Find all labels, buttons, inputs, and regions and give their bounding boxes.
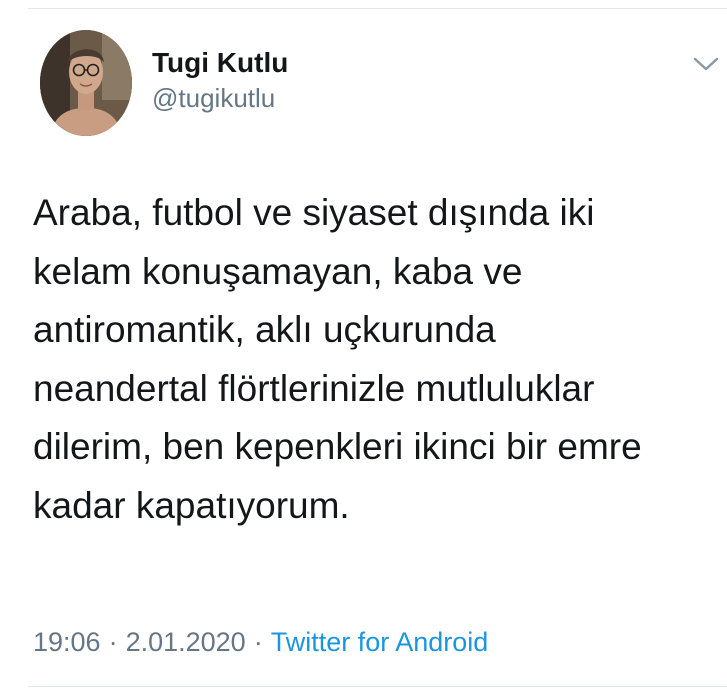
meta-separator: · <box>253 627 263 657</box>
bottom-divider <box>28 686 727 687</box>
tweet-text-line: kelam konuşamayan, kaba ve <box>33 250 523 292</box>
tweet-meta: 19:06 · 2.01.2020 · Twitter for Android <box>33 622 488 662</box>
tweet-text-line: neandertal flörtlerinizle mutluluklar <box>33 367 595 409</box>
tweet-text: Araba, futbol ve siyaset dışında iki kel… <box>33 184 713 535</box>
top-divider <box>28 8 727 9</box>
display-name[interactable]: Tugi Kutlu <box>152 46 288 80</box>
tweet-time[interactable]: 19:06 <box>33 627 101 657</box>
chevron-down-icon <box>693 57 719 71</box>
tweet-text-line: antiromantik, aklı uçkurunda <box>33 309 496 350</box>
tweet-source-link[interactable]: Twitter for Android <box>271 627 489 657</box>
avatar[interactable] <box>40 30 132 136</box>
avatar-photo-icon <box>40 30 132 136</box>
user-block: Tugi Kutlu @tugikutlu <box>152 46 288 114</box>
tweet-date[interactable]: 2.01.2020 <box>126 627 246 657</box>
tweet-text-line: Araba, futbol ve siyaset dışında iki <box>33 192 595 233</box>
tweet-text-line: dilerim, ben kepenkleri ikinci bir emre <box>33 426 642 467</box>
tweet-menu-button[interactable] <box>690 52 722 76</box>
user-handle[interactable]: @tugikutlu <box>152 82 288 114</box>
tweet-text-line: kadar kapatıyorum. <box>33 484 350 526</box>
meta-separator: · <box>108 627 118 657</box>
